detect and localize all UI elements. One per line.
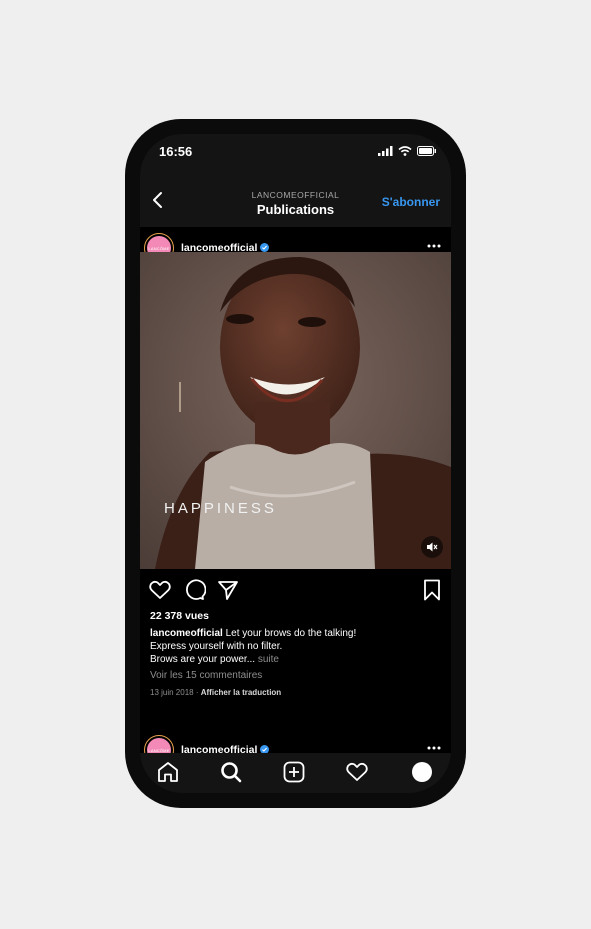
save-bookmark-icon[interactable] (420, 578, 444, 602)
video-frame-illustration (140, 252, 451, 569)
post-actions (140, 578, 451, 606)
home-icon[interactable] (156, 760, 180, 784)
mute-button[interactable] (421, 536, 443, 558)
more-options-icon[interactable] (427, 243, 441, 249)
bottom-tab-bar (140, 753, 451, 793)
activity-heart-icon[interactable] (345, 760, 369, 784)
post-meta: 13 juin 2018 · Afficher la traduction (150, 686, 445, 699)
post-media-video[interactable]: HAPPINESS (140, 252, 451, 569)
share-send-icon[interactable] (216, 578, 240, 602)
view-comments-link[interactable]: Voir les 15 commentaires (150, 669, 445, 682)
profile-avatar-icon[interactable] (412, 762, 432, 782)
wifi-icon (398, 146, 412, 156)
post-date: 13 juin 2018 (150, 688, 194, 697)
caption-username[interactable]: lancomeofficial (150, 628, 223, 639)
like-heart-icon[interactable] (148, 578, 172, 602)
muted-speaker-icon (427, 542, 438, 552)
comment-icon[interactable] (182, 578, 206, 602)
caption-more-link[interactable]: suite (258, 654, 279, 665)
caption-line-2: Express yourself with no filter. (150, 641, 283, 652)
status-time: 16:56 (159, 144, 193, 159)
phone-screen: 16:56 LANCOMEOFFICIAL Publications S'abo… (140, 134, 451, 793)
top-navigation: LANCOMEOFFICIAL Publications S'abonner (140, 174, 451, 227)
caption-text: lancomeofficial Let your brows do the ta… (150, 627, 445, 666)
view-count[interactable]: 22 378 vues (150, 610, 445, 623)
video-overlay-text: HAPPINESS (164, 500, 277, 517)
meta-separator: · (195, 688, 199, 697)
verified-badge-icon (260, 242, 270, 252)
add-post-icon[interactable] (282, 760, 306, 784)
translate-link[interactable]: Afficher la traduction (201, 688, 281, 697)
status-bar: 16:56 (140, 134, 451, 174)
follow-button[interactable]: S'abonner (382, 195, 440, 209)
caption-line-1: Let your brows do the talking! (225, 628, 357, 639)
phone-frame: 16:56 LANCOMEOFFICIAL Publications S'abo… (125, 119, 466, 808)
status-icons (378, 146, 437, 156)
signal-icon (378, 146, 393, 156)
caption-line-3: Brows are your power... (150, 654, 256, 665)
more-options-icon[interactable] (427, 745, 441, 751)
search-icon[interactable] (219, 760, 243, 784)
battery-icon (417, 146, 436, 156)
post-caption-block: 22 378 vues lancomeofficial Let your bro… (150, 610, 445, 699)
